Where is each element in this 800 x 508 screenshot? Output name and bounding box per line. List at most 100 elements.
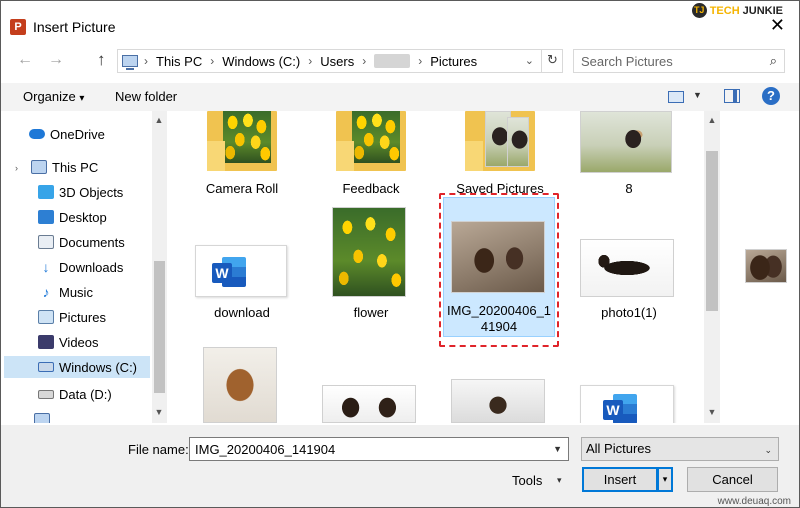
file-tile-two-puppies[interactable] (316, 385, 426, 423)
desktop-icon (38, 210, 54, 224)
chevron-down-icon[interactable]: ⌄ (525, 54, 534, 67)
view-options-icon[interactable] (668, 91, 684, 103)
file-label: download (214, 305, 270, 320)
organize-label: Organize (23, 89, 76, 104)
file-name-input[interactable] (190, 438, 568, 460)
chevron-down-icon[interactable]: ▼ (693, 90, 702, 100)
powerpoint-icon: P (10, 19, 26, 35)
title-bar: P Insert Picture TJ TECH JUNKIE ✕ (1, 1, 799, 37)
drive-icon (38, 389, 54, 399)
new-folder-button[interactable]: New folder (115, 89, 177, 104)
search-box[interactable]: ⌕ (573, 49, 785, 73)
search-icon[interactable]: ⌕ (770, 53, 777, 69)
tools-button[interactable]: Tools (512, 473, 542, 488)
bottom-panel: File name: ▼ All Pictures ⌄ Tools ▾ Inse… (1, 425, 799, 507)
scroll-up-arrow-icon[interactable]: ▲ (705, 115, 719, 125)
help-icon[interactable]: ? (762, 87, 780, 105)
forward-arrow-icon[interactable]: → (48, 51, 64, 69)
file-tile-photo1-1[interactable]: photo1(1) (574, 239, 684, 323)
back-arrow-icon[interactable]: ← (17, 51, 33, 69)
nav-item-windows-c[interactable]: Windows (C:) (4, 356, 150, 378)
nav-scrollbar[interactable]: ▲ ▼ (152, 111, 167, 423)
nav-item-music[interactable]: ♪ Music (38, 281, 93, 303)
breadcrumb-pictures[interactable]: Pictures (430, 54, 477, 69)
scroll-down-arrow-icon[interactable]: ▼ (152, 407, 166, 417)
search-input[interactable] (574, 50, 784, 72)
chevron-down-icon[interactable]: ▼ (553, 444, 562, 454)
cancel-button[interactable]: Cancel (687, 467, 778, 492)
nav-item-desktop[interactable]: Desktop (38, 206, 107, 228)
file-tile-img-20200406-141904[interactable]: IMG_20200406_1 41904 (444, 205, 554, 335)
document-icon (38, 235, 54, 249)
drive-icon (38, 362, 54, 372)
file-list: Camera Roll Feedback Saved Pictures 8 W (171, 111, 799, 423)
image-thumbnail (580, 111, 672, 173)
scroll-thumb[interactable] (706, 151, 718, 311)
image-thumbnail (451, 221, 545, 293)
file-tile-puppy-bed[interactable] (445, 379, 555, 423)
insert-button[interactable]: Insert (582, 467, 658, 492)
breadcrumb-separator: › (308, 54, 313, 68)
nav-item-downloads[interactable]: ↓ Downloads (38, 256, 124, 278)
command-bar: Organize ▾ New folder ▼ ? (1, 83, 799, 111)
nav-item-label: Windows (C:) (59, 359, 138, 375)
nav-item-label: Videos (59, 334, 99, 350)
address-bar[interactable]: › This PC › Windows (C:) › Users › › Pic… (117, 49, 563, 73)
cloud-icon (29, 129, 45, 139)
file-label: Camera Roll (205, 181, 279, 196)
folder-flap (207, 141, 225, 171)
word-icon: W (603, 394, 637, 423)
nav-item-documents[interactable]: Documents (38, 231, 125, 253)
word-document-thumbnail: W (580, 385, 674, 423)
chevron-right-icon[interactable]: › (15, 163, 18, 173)
insert-options-dropdown[interactable]: ▾ (657, 467, 673, 492)
file-tile-feedback[interactable]: Feedback (316, 111, 426, 201)
download-icon: ↓ (42, 259, 50, 275)
music-icon: ♪ (42, 284, 50, 300)
nav-item-videos[interactable]: Videos (38, 331, 99, 353)
file-tile-flower[interactable]: flower (316, 205, 426, 323)
pictures-icon (38, 310, 54, 324)
nav-item-onedrive[interactable]: OneDrive (29, 123, 105, 145)
nav-item-3d-objects[interactable]: 3D Objects (38, 181, 123, 203)
file-tile-download[interactable]: W download (187, 239, 297, 323)
file-type-filter[interactable]: All Pictures ⌄ (581, 437, 779, 461)
file-tile-saved-pictures[interactable]: Saved Pictures (445, 111, 555, 201)
nav-item-data-d[interactable]: Data (D:) (38, 383, 112, 405)
file-tile-word-doc[interactable]: W (574, 385, 684, 423)
folder-preview-image (223, 111, 271, 163)
chevron-down-icon: ⌄ (764, 445, 772, 455)
cube-icon (38, 185, 54, 199)
scroll-thumb[interactable] (154, 261, 165, 393)
preview-pane-icon[interactable] (724, 89, 740, 103)
organize-button[interactable]: Organize ▾ (23, 89, 84, 104)
file-label: photo1(1) (601, 305, 657, 320)
network-icon (34, 413, 50, 423)
nav-item-pictures[interactable]: Pictures (38, 306, 106, 328)
breadcrumb-this-pc[interactable]: This PC (156, 54, 202, 69)
navigation-row: ← → ↑ › This PC › Windows (C:) › Users ›… (1, 46, 799, 76)
file-tile-8[interactable]: 8 (574, 111, 684, 201)
nav-item-label: 3D Objects (59, 184, 124, 200)
image-thumbnail (203, 347, 277, 423)
file-type-filter-value: All Pictures (586, 441, 652, 456)
breadcrumb-users[interactable]: Users (320, 54, 354, 69)
video-icon (38, 335, 54, 349)
file-label: IMG_20200406_1 41904 (444, 303, 554, 335)
scroll-up-arrow-icon[interactable]: ▲ (152, 115, 166, 125)
nav-item-this-pc[interactable]: This PC (31, 156, 98, 178)
nav-item-network[interactable] (34, 409, 55, 423)
file-tile-camera-roll[interactable]: Camera Roll (187, 111, 297, 201)
file-tile-puppy[interactable] (187, 347, 297, 423)
close-icon[interactable]: ✕ (770, 16, 785, 34)
breadcrumb-windows-c[interactable]: Windows (C:) (222, 54, 300, 69)
refresh-icon[interactable]: ↻ (541, 49, 563, 73)
navigation-pane: OneDrive › This PC 3D Objects Desktop Do… (1, 111, 169, 423)
nav-item-label: Downloads (59, 259, 124, 275)
file-name-field[interactable]: ▼ (189, 437, 569, 461)
up-arrow-icon[interactable]: ↑ (97, 50, 106, 70)
chevron-down-icon[interactable]: ▾ (557, 475, 562, 486)
dialog-title: Insert Picture (33, 19, 116, 35)
scroll-down-arrow-icon[interactable]: ▼ (705, 407, 719, 417)
content-scrollbar[interactable]: ▲ ▼ (704, 111, 720, 423)
